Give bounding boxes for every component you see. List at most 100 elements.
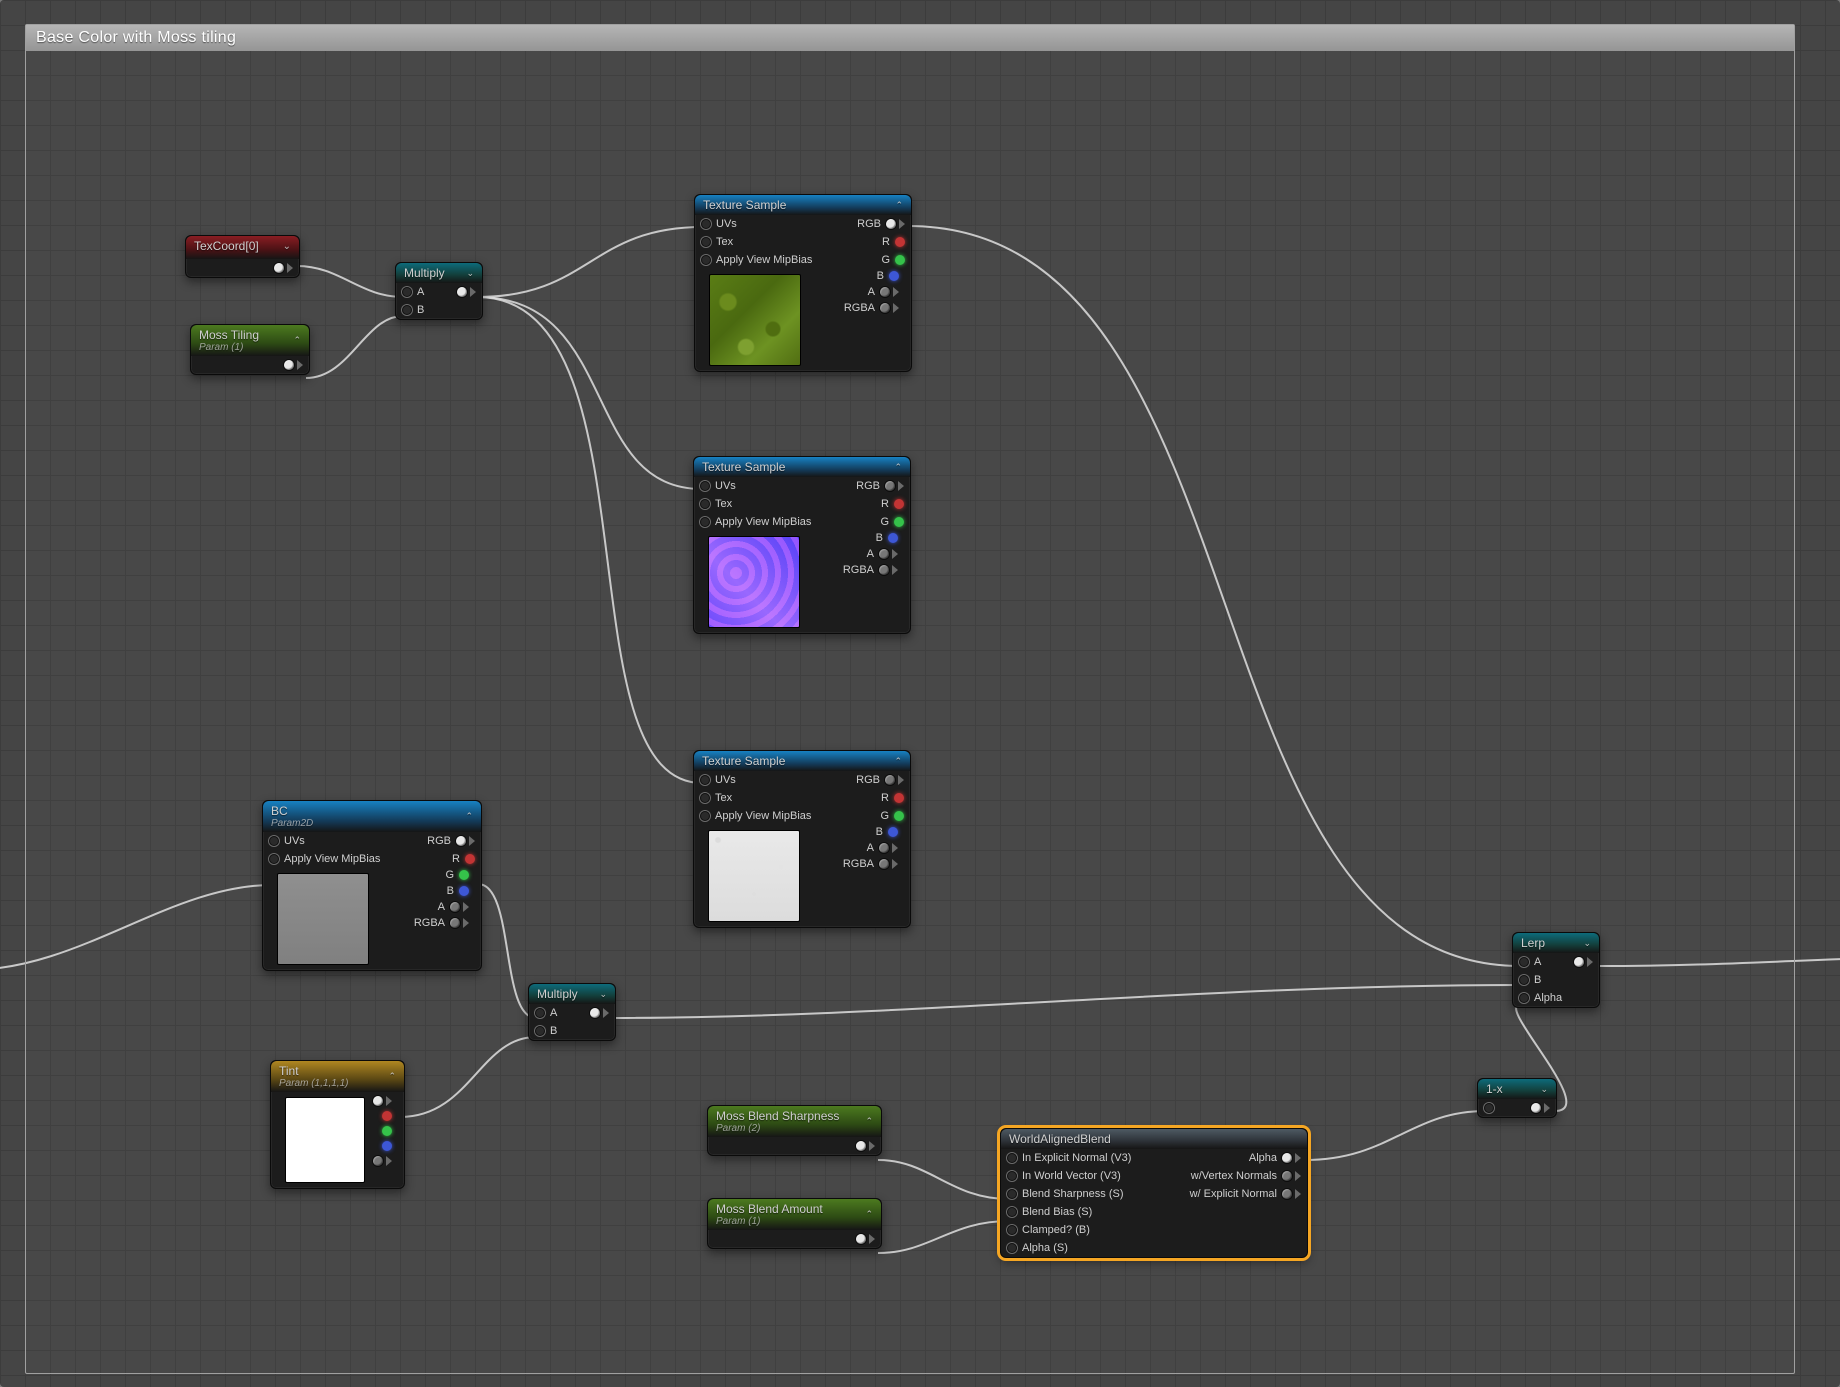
output-pin-rgba[interactable] [880, 303, 890, 313]
input-pin-uvs[interactable] [700, 481, 710, 491]
output-pin-rgba[interactable] [879, 565, 889, 575]
texture-thumbnail[interactable] [708, 536, 800, 628]
input-pin-uvs[interactable] [700, 775, 710, 785]
output-pin[interactable] [856, 1234, 866, 1244]
color-thumbnail[interactable] [285, 1097, 365, 1183]
input-pin-a[interactable] [402, 287, 412, 297]
input-pin-uvs[interactable] [269, 836, 279, 846]
input-pin-b[interactable] [1519, 975, 1529, 985]
output-pin-g[interactable] [894, 517, 904, 527]
chevron-down-icon[interactable]: ⌄ [1583, 938, 1591, 949]
output-pin-a[interactable] [450, 902, 460, 912]
output-pin-b[interactable] [888, 827, 898, 837]
chevron-up-icon[interactable]: ⌃ [293, 335, 301, 346]
output-pin-alpha[interactable] [1282, 1153, 1292, 1163]
output-pin-rgba[interactable] [450, 918, 460, 928]
chevron-up-icon[interactable]: ⌃ [465, 811, 473, 822]
node-one-minus[interactable]: 1-x ⌄ [1477, 1078, 1557, 1118]
node-header[interactable]: Moss Tiling Param (1) ⌃ [191, 325, 309, 356]
output-pin-a[interactable] [879, 843, 889, 853]
output-pin[interactable] [1282, 1189, 1292, 1199]
input-pin[interactable] [1007, 1225, 1017, 1235]
input-pin[interactable] [1007, 1243, 1017, 1253]
input-pin[interactable] [1007, 1171, 1017, 1181]
input-pin-tex[interactable] [700, 793, 710, 803]
node-texcoord[interactable]: TexCoord[0] ⌄ [185, 235, 300, 278]
output-pin-b[interactable] [459, 886, 469, 896]
node-header[interactable]: Multiply ⌄ [396, 263, 482, 283]
node-header[interactable]: Lerp ⌄ [1513, 933, 1599, 953]
input-pin-alpha[interactable] [1519, 993, 1529, 1003]
input-pin-uvs[interactable] [701, 219, 711, 229]
input-pin[interactable] [1007, 1189, 1017, 1199]
chevron-up-icon[interactable]: ⌃ [865, 1116, 873, 1127]
node-texture-sample-3[interactable]: Texture Sample ⌃ UVsRGB TexR Apply View … [693, 750, 911, 928]
output-pin-a[interactable] [880, 287, 890, 297]
output-pin-r[interactable] [894, 793, 904, 803]
node-lerp[interactable]: Lerp ⌄ A B Alpha [1512, 932, 1600, 1008]
output-pin-r[interactable] [382, 1111, 392, 1121]
input-pin-mip[interactable] [269, 854, 279, 864]
output-pin[interactable] [284, 360, 294, 370]
chevron-up-icon[interactable]: ⌃ [894, 756, 902, 767]
node-moss-tiling[interactable]: Moss Tiling Param (1) ⌃ [190, 324, 310, 375]
input-pin-tex[interactable] [700, 499, 710, 509]
texture-thumbnail[interactable] [709, 274, 801, 366]
output-pin-rgb[interactable] [456, 836, 466, 846]
node-header[interactable]: 1-x ⌄ [1478, 1079, 1556, 1099]
input-pin-mip[interactable] [701, 255, 711, 265]
node-moss-blend-amount[interactable]: Moss Blend Amount Param (1) ⌃ [707, 1198, 882, 1249]
node-bc[interactable]: BC Param2D ⌃ UVsRGB Apply View MipBiasR … [262, 800, 482, 971]
node-texture-sample-1[interactable]: Texture Sample ⌃ UVsRGB TexR Apply View … [694, 194, 912, 372]
texture-thumbnail[interactable] [277, 873, 369, 965]
node-header[interactable]: Texture Sample ⌃ [694, 751, 910, 771]
chevron-down-icon[interactable]: ⌄ [1540, 1084, 1548, 1095]
texture-thumbnail[interactable] [708, 830, 800, 922]
chevron-down-icon[interactable]: ⌄ [599, 989, 607, 1000]
output-pin[interactable] [373, 1096, 383, 1106]
output-pin-r[interactable] [894, 499, 904, 509]
input-pin-a[interactable] [1519, 957, 1529, 967]
node-multiply-2[interactable]: Multiply ⌄ A B [528, 983, 616, 1041]
node-header[interactable]: Multiply ⌄ [529, 984, 615, 1004]
node-multiply-1[interactable]: Multiply ⌄ A B [395, 262, 483, 320]
output-pin-a[interactable] [373, 1156, 383, 1166]
output-pin-rgb[interactable] [885, 481, 895, 491]
output-pin[interactable] [1574, 957, 1584, 967]
node-header[interactable]: Tint Param (1,1,1,1) ⌃ [271, 1061, 404, 1092]
output-pin-rgb[interactable] [885, 775, 895, 785]
output-pin-a[interactable] [879, 549, 889, 559]
comment-title[interactable]: Base Color with Moss tiling [26, 25, 1794, 51]
input-pin-mip[interactable] [700, 517, 710, 527]
chevron-down-icon[interactable]: ⌄ [283, 241, 291, 252]
input-pin[interactable] [1484, 1103, 1494, 1113]
input-pin-b[interactable] [402, 305, 412, 315]
output-pin-b[interactable] [889, 271, 899, 281]
input-pin-b[interactable] [535, 1026, 545, 1036]
node-header[interactable]: Moss Blend Sharpness Param (2) ⌃ [708, 1106, 881, 1137]
chevron-up-icon[interactable]: ⌃ [894, 462, 902, 473]
input-pin-a[interactable] [535, 1008, 545, 1018]
input-pin-tex[interactable] [701, 237, 711, 247]
chevron-up-icon[interactable]: ⌃ [865, 1209, 873, 1220]
output-pin-rgba[interactable] [879, 859, 889, 869]
node-texture-sample-2[interactable]: Texture Sample ⌃ UVsRGB TexR Apply View … [693, 456, 911, 634]
node-header[interactable]: TexCoord[0] ⌄ [186, 236, 299, 259]
output-pin-g[interactable] [895, 255, 905, 265]
node-header[interactable]: Texture Sample ⌃ [694, 457, 910, 477]
output-pin-r[interactable] [895, 237, 905, 247]
output-pin-g[interactable] [382, 1126, 392, 1136]
output-pin[interactable] [1282, 1171, 1292, 1181]
node-header[interactable]: BC Param2D ⌃ [263, 801, 481, 832]
chevron-up-icon[interactable]: ⌃ [895, 200, 903, 211]
output-pin[interactable] [856, 1141, 866, 1151]
chevron-up-icon[interactable]: ⌃ [388, 1071, 396, 1082]
node-moss-blend-sharpness[interactable]: Moss Blend Sharpness Param (2) ⌃ [707, 1105, 882, 1156]
output-pin[interactable] [274, 263, 284, 273]
node-header[interactable]: WorldAlignedBlend [1001, 1129, 1307, 1149]
chevron-down-icon[interactable]: ⌄ [466, 268, 474, 279]
output-pin[interactable] [457, 287, 467, 297]
output-pin-r[interactable] [465, 854, 475, 864]
output-pin-g[interactable] [459, 870, 469, 880]
input-pin-mip[interactable] [700, 811, 710, 821]
